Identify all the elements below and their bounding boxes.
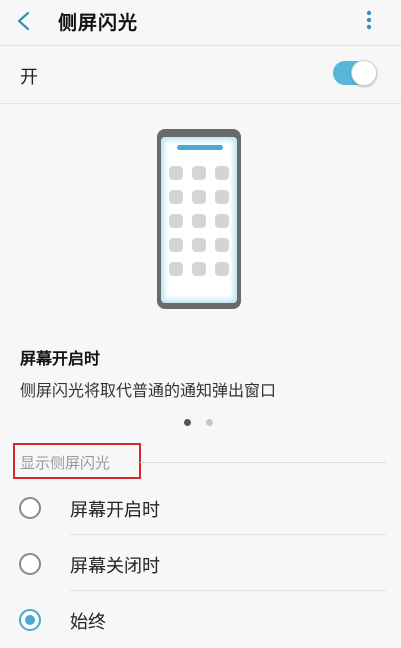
phone-illustration: [157, 129, 241, 309]
app-icon: [215, 190, 229, 204]
app-icon: [192, 238, 206, 252]
app-icon: [192, 262, 206, 276]
radio-button-selected[interactable]: [19, 609, 41, 631]
app-icon: [192, 166, 206, 180]
app-icon: [169, 190, 183, 204]
preview-title: 屏幕开启时: [20, 349, 101, 368]
app-icon: [169, 166, 183, 180]
app-icon: [169, 262, 183, 276]
app-icon: [169, 214, 183, 228]
app-icon: [192, 190, 206, 204]
option-screen-on[interactable]: 屏幕开启时: [0, 480, 401, 536]
option-label: 屏幕关闭时: [70, 556, 160, 577]
app-bar: 侧屏闪光: [0, 0, 401, 44]
radio-button[interactable]: [19, 553, 41, 575]
app-icon: [215, 166, 229, 180]
app-icon: [192, 214, 206, 228]
option-divider: [70, 534, 386, 535]
option-label: 始终: [70, 612, 106, 633]
page-title: 侧屏闪光: [58, 12, 139, 34]
page-indicator-dot[interactable]: [206, 419, 213, 426]
more-vertical-icon[interactable]: [360, 8, 378, 34]
back-chevron-icon[interactable]: [14, 10, 34, 32]
section-divider: [140, 462, 386, 463]
master-switch[interactable]: [333, 60, 377, 86]
radio-button[interactable]: [19, 497, 41, 519]
header-divider: [0, 45, 401, 46]
switch-knob: [351, 60, 377, 86]
phone-screen: [161, 137, 237, 303]
app-icon: [215, 238, 229, 252]
notification-bar: [177, 145, 223, 150]
page-indicator-dot-active[interactable]: [184, 419, 191, 426]
option-divider: [70, 590, 386, 591]
section-header: 显示侧屏闪光: [20, 454, 111, 472]
option-screen-off[interactable]: 屏幕关闭时: [0, 536, 401, 592]
option-label: 屏幕开启时: [70, 500, 160, 521]
app-icon: [169, 238, 183, 252]
preview-description: 侧屏闪光将取代普通的通知弹出窗口: [20, 381, 277, 400]
toggle-label: 开: [20, 67, 38, 88]
app-icon: [215, 262, 229, 276]
app-icon: [215, 214, 229, 228]
toggle-divider: [0, 103, 401, 104]
